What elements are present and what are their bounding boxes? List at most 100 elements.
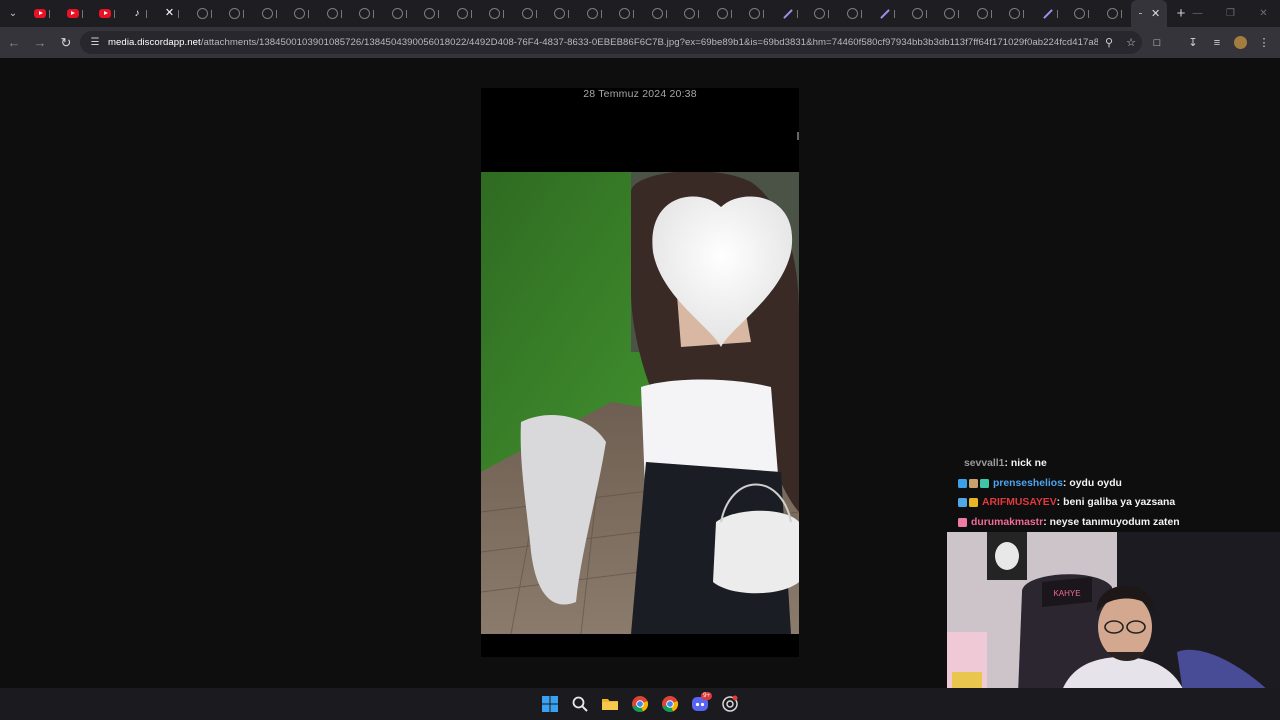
bookmark-star-icon[interactable]: ☆ [1120,36,1142,49]
tab-divider [49,9,50,18]
tab-divider [210,9,212,18]
globe-icon [489,8,500,19]
tab[interactable] [774,0,807,27]
tab[interactable] [1001,0,1034,27]
back-button[interactable]: ← [2,31,26,55]
globe-icon [326,8,338,19]
taskbar-windows-start-icon[interactable] [538,692,562,716]
file-explorer-icon [602,699,618,710]
globe-icon [359,8,370,19]
tab-divider [990,9,992,18]
tab[interactable] [449,0,482,27]
globe-icon [976,8,988,19]
globe-icon [1074,8,1085,19]
extensions-icon[interactable]: □ [1145,31,1169,54]
url-text[interactable]: media.discordapp.net/attachments/1384500… [108,37,1098,48]
download-icon[interactable]: ↧ [1181,31,1205,54]
maximize-icon[interactable]: ❐ [1214,0,1247,27]
taskbar-chrome-icon[interactable] [628,692,652,716]
browser-tab-strip: ⌄ ♪ ✕ ✕ + — ❐ ✕ [0,0,1280,27]
tab[interactable] [676,0,709,27]
toolbar-actions: □ ↧ ≡ ⋮ [1145,31,1276,54]
taskbar-file-explorer-icon[interactable] [598,692,622,716]
tab[interactable] [969,0,1002,27]
globe-icon [1009,8,1020,19]
taskbar-chrome-icon[interactable] [658,692,682,716]
tab[interactable] [189,0,222,27]
zoom-icon[interactable]: ⚲ [1098,36,1120,49]
site-info-icon[interactable]: ☰ [86,37,104,48]
taskbar-search-icon[interactable] [568,692,592,716]
tab[interactable] [481,0,514,27]
tab[interactable] [709,0,742,27]
chat-message: sevvall1 : nick ne [962,454,1278,474]
tab-divider [860,9,862,18]
gift-badge-icon [980,478,989,488]
tab[interactable]: ✕ [156,0,189,27]
reload-button[interactable]: ↻ [54,31,78,55]
tab[interactable] [1066,0,1099,27]
close-tab-icon[interactable]: ✕ [1151,7,1160,20]
chat-separator: : [1043,516,1047,528]
tab[interactable] [546,0,579,27]
taskbar-discord-icon[interactable]: 9+ [688,692,712,716]
tab[interactable] [254,0,287,27]
chat-username: prenseshelios [993,477,1063,489]
tab-divider [665,9,667,18]
tab[interactable] [416,0,449,27]
tab[interactable] [579,0,612,27]
tab-divider [730,9,732,18]
globe-icon [586,8,598,19]
chat-message: durumakmastr : neyse tanımuyodum zaten [958,513,1278,533]
address-bar[interactable]: ☰ media.discordapp.net/attachments/13845… [80,31,1142,54]
tab-list: ♪ ✕ [26,0,1131,27]
tab[interactable] [806,0,839,27]
tab[interactable] [644,0,677,27]
sub-badge-icon [969,478,978,488]
tab-divider [503,9,504,18]
tab[interactable] [936,0,969,27]
tab[interactable] [91,0,124,27]
tab[interactable] [26,0,59,27]
tab[interactable] [839,0,872,27]
tiktok-icon: ♪ [134,8,140,19]
svg-text:KAHYE: KAHYE [1053,589,1080,598]
forward-button[interactable]: → [28,31,52,55]
chat-message: prenseshelios : oydu oydu [958,474,1278,494]
minimize-icon[interactable]: — [1181,0,1214,27]
tab[interactable] [1099,0,1132,27]
tab[interactable] [611,0,644,27]
tab[interactable] [59,0,92,27]
taskbar-recording-app-icon[interactable] [718,692,742,716]
tab-divider [114,9,115,18]
tab[interactable] [319,0,352,27]
tab[interactable] [221,0,254,27]
tab-active[interactable]: ✕ [1131,0,1167,27]
feather-icon [1042,8,1053,19]
tab[interactable] [741,0,774,27]
tab[interactable] [871,0,904,27]
menu-kebab-icon[interactable]: ⋮ [1252,31,1276,54]
close-window-icon[interactable]: ✕ [1247,0,1280,27]
globe-icon [684,8,695,19]
tab-divider [470,9,472,18]
tab[interactable] [904,0,937,27]
media-controls-icon[interactable]: ≡ [1205,31,1229,54]
screen: ⌄ ♪ ✕ ✕ + — ❐ ✕ ← → ↻ ☰ media.discordapp.… [0,0,1280,720]
feather-icon [782,8,793,19]
tab[interactable] [351,0,384,27]
tab[interactable] [384,0,417,27]
tab-divider [763,9,764,18]
tab-divider [438,9,439,18]
tab[interactable] [514,0,547,27]
tab-divider [828,9,829,18]
tab[interactable]: ♪ [124,0,157,27]
globe-icon [424,8,435,19]
tab[interactable] [286,0,319,27]
tab[interactable] [1034,0,1067,27]
tab-search-chevron-icon[interactable]: ⌄ [0,0,26,27]
profile-avatar[interactable] [1234,36,1247,49]
tab-divider [925,9,927,18]
url-host: media.discordapp.net [108,37,201,48]
globe-icon [229,8,240,19]
